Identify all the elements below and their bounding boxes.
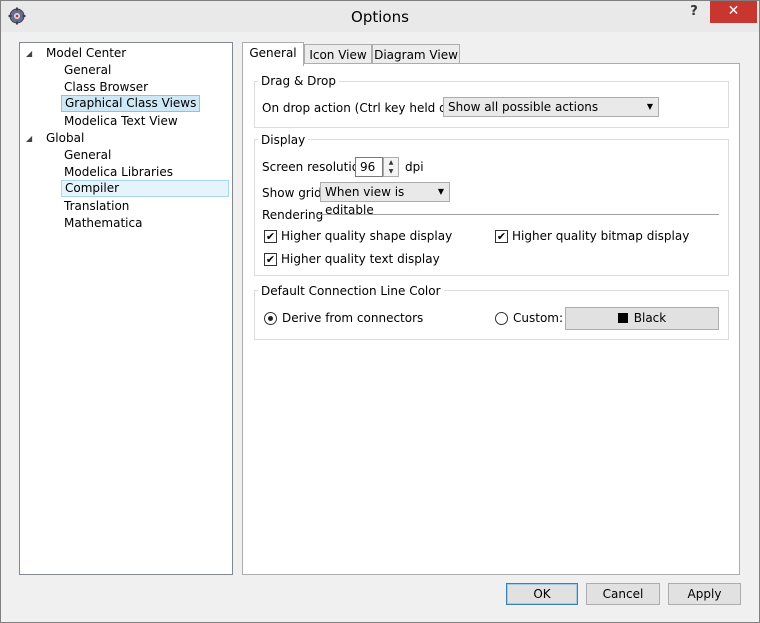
derive-radio[interactable] bbox=[264, 312, 277, 325]
tree-item-label: Translation bbox=[64, 199, 130, 213]
spin-down-icon[interactable]: ▼ bbox=[384, 167, 398, 176]
general-tab-pane: Drag & Drop On drop action (Ctrl key hel… bbox=[242, 63, 740, 575]
expand-arrow-icon[interactable]: ◢ bbox=[26, 45, 36, 62]
color-picker-button[interactable]: Black bbox=[565, 307, 719, 330]
cancel-button[interactable]: Cancel bbox=[586, 583, 660, 605]
checkmark-icon: ✔ bbox=[265, 230, 276, 243]
window-title: Options bbox=[351, 8, 409, 26]
display-title: Display bbox=[258, 133, 309, 147]
text-quality-label: Higher quality text display bbox=[281, 252, 440, 266]
shape-quality-label: Higher quality shape display bbox=[281, 229, 453, 243]
ok-button[interactable]: OK bbox=[506, 583, 578, 605]
resolution-spinner[interactable]: ▲ ▼ bbox=[383, 157, 399, 177]
bitmap-quality-label: Higher quality bitmap display bbox=[512, 229, 690, 243]
options-tree[interactable]: ◢ Model Center General Class Browser Gra… bbox=[19, 42, 233, 575]
help-button[interactable]: ? bbox=[680, 1, 708, 23]
tab-general[interactable]: General bbox=[242, 42, 304, 66]
checkmark-icon: ✔ bbox=[265, 253, 276, 266]
tree-item-label: Modelica Text View bbox=[64, 114, 178, 128]
show-grid-select[interactable]: When view is editable ▼ bbox=[320, 182, 450, 217]
tree-item-label: Model Center bbox=[46, 46, 127, 60]
on-drop-value: Show all possible actions bbox=[448, 100, 599, 114]
custom-label: Custom: bbox=[513, 311, 564, 325]
tree-item-label: Global bbox=[46, 131, 85, 145]
rendering-separator bbox=[318, 214, 719, 215]
tree-item-label: General bbox=[64, 63, 112, 77]
shape-quality-checkbox[interactable]: ✔ bbox=[264, 230, 277, 243]
derive-label: Derive from connectors bbox=[282, 311, 424, 325]
dropdown-arrow-icon: ▼ bbox=[646, 102, 653, 111]
apply-button[interactable]: Apply bbox=[668, 583, 741, 605]
drag-drop-title: Drag & Drop bbox=[258, 74, 339, 88]
close-icon: ✕ bbox=[727, 3, 740, 19]
tree-item-label: Graphical Class Views bbox=[61, 95, 200, 112]
tree-item-label: General bbox=[64, 148, 112, 162]
custom-radio[interactable] bbox=[495, 312, 508, 325]
tree-item-label: Mathematica bbox=[64, 216, 143, 230]
dpi-unit-label: dpi bbox=[405, 160, 424, 174]
tree-item-label: Modelica Libraries bbox=[64, 165, 173, 179]
text-quality-checkbox[interactable]: ✔ bbox=[264, 253, 277, 266]
bitmap-quality-checkbox[interactable]: ✔ bbox=[495, 230, 508, 243]
screen-resolution-input[interactable]: 96 bbox=[355, 157, 383, 177]
connection-color-title: Default Connection Line Color bbox=[258, 284, 444, 298]
tree-item-label: Compiler bbox=[61, 180, 229, 197]
show-grid-label: Show grid: bbox=[262, 186, 326, 200]
rendering-title: Rendering bbox=[262, 208, 324, 222]
close-button[interactable]: ✕ bbox=[710, 1, 757, 23]
options-dialog: Options ? ✕ ◢ Model Center General Class… bbox=[0, 0, 760, 623]
tree-item-label: Class Browser bbox=[64, 80, 149, 94]
on-drop-action-select[interactable]: Show all possible actions ▼ bbox=[443, 97, 659, 117]
checkmark-icon: ✔ bbox=[496, 230, 507, 243]
dropdown-arrow-icon: ▼ bbox=[437, 187, 444, 196]
spin-up-icon[interactable]: ▲ bbox=[384, 158, 398, 167]
title-bar: Options ? ✕ bbox=[1, 1, 759, 32]
expand-arrow-icon[interactable]: ◢ bbox=[26, 130, 36, 147]
color-swatch bbox=[617, 313, 628, 323]
color-button-label: Black bbox=[633, 311, 667, 325]
